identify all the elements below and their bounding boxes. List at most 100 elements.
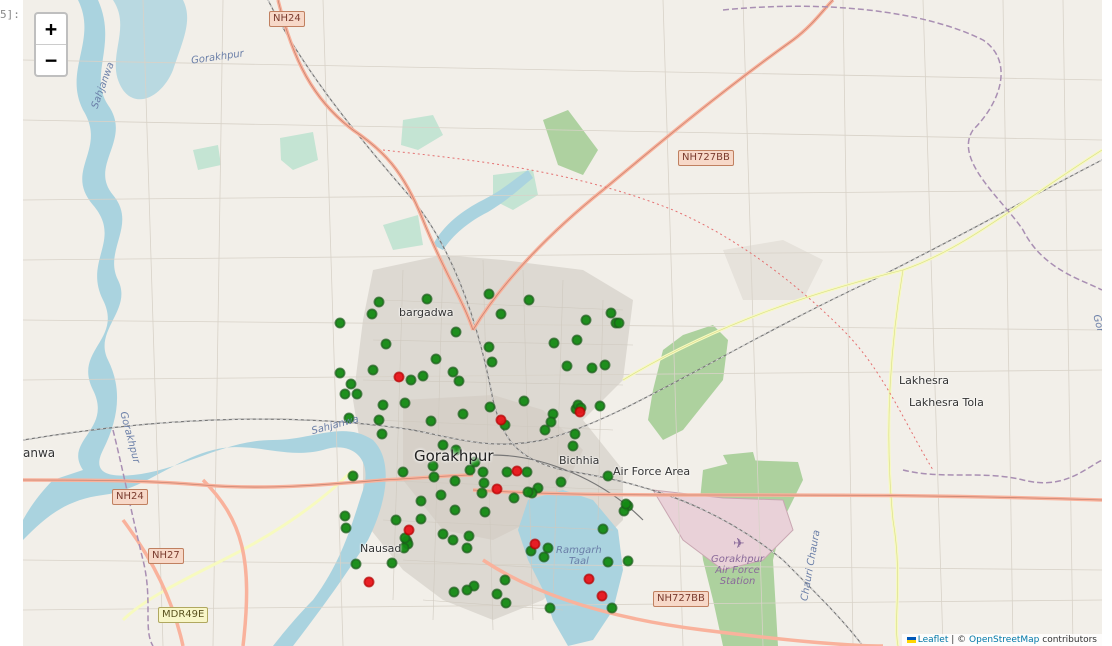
green-circle-marker[interactable] [594, 400, 606, 412]
green-circle-marker[interactable] [435, 489, 447, 501]
green-circle-marker[interactable] [501, 466, 513, 478]
green-circle-marker[interactable] [484, 401, 496, 413]
green-circle-marker[interactable] [605, 307, 617, 319]
green-circle-marker[interactable] [476, 487, 488, 499]
openstreetmap-link[interactable]: OpenStreetMap [969, 635, 1039, 645]
green-circle-marker[interactable] [453, 375, 465, 387]
green-circle-marker[interactable] [606, 602, 618, 614]
green-circle-marker[interactable] [415, 513, 427, 525]
green-circle-marker[interactable] [483, 341, 495, 353]
green-circle-marker[interactable] [461, 584, 473, 596]
green-circle-marker[interactable] [428, 471, 440, 483]
green-circle-marker[interactable] [622, 555, 634, 567]
green-circle-marker[interactable] [545, 416, 557, 428]
red-circle-marker[interactable] [495, 414, 507, 426]
green-circle-marker[interactable] [437, 528, 449, 540]
green-circle-marker[interactable] [542, 542, 554, 554]
green-circle-marker[interactable] [548, 337, 560, 349]
green-circle-marker[interactable] [461, 542, 473, 554]
green-circle-marker[interactable] [373, 296, 385, 308]
green-circle-marker[interactable] [339, 388, 351, 400]
green-circle-marker[interactable] [477, 466, 489, 478]
red-circle-marker[interactable] [574, 406, 586, 418]
green-circle-marker[interactable] [508, 492, 520, 504]
label-ramgarh-taal: Ramgarh Taal [556, 545, 602, 567]
green-circle-marker[interactable] [367, 364, 379, 376]
green-circle-marker[interactable] [521, 466, 533, 478]
red-circle-marker[interactable] [529, 538, 541, 550]
green-circle-marker[interactable] [377, 399, 389, 411]
green-circle-marker[interactable] [613, 317, 625, 329]
green-circle-marker[interactable] [417, 370, 429, 382]
green-circle-marker[interactable] [567, 440, 579, 452]
green-circle-marker[interactable] [597, 523, 609, 535]
green-circle-marker[interactable] [491, 588, 503, 600]
leaflet-link[interactable]: Leaflet [918, 635, 949, 645]
red-circle-marker[interactable] [393, 371, 405, 383]
red-circle-marker[interactable] [583, 573, 595, 585]
green-circle-marker[interactable] [334, 317, 346, 329]
map-container[interactable]: Gorakhpur bargadwa Bichhia Air Force Are… [23, 0, 1102, 646]
green-circle-marker[interactable] [449, 475, 461, 487]
green-circle-marker[interactable] [448, 586, 460, 598]
green-circle-marker[interactable] [457, 408, 469, 420]
green-circle-marker[interactable] [620, 498, 632, 510]
green-circle-marker[interactable] [499, 574, 511, 586]
green-circle-marker[interactable] [580, 314, 592, 326]
green-circle-marker[interactable] [483, 288, 495, 300]
green-circle-marker[interactable] [544, 602, 556, 614]
green-circle-marker[interactable] [449, 504, 461, 516]
red-circle-marker[interactable] [511, 465, 523, 477]
green-circle-marker[interactable] [334, 367, 346, 379]
red-circle-marker[interactable] [596, 590, 608, 602]
green-circle-marker[interactable] [569, 428, 581, 440]
green-circle-marker[interactable] [345, 378, 357, 390]
red-circle-marker[interactable] [403, 524, 415, 536]
green-circle-marker[interactable] [351, 388, 363, 400]
red-circle-marker[interactable] [491, 483, 503, 495]
green-circle-marker[interactable] [539, 424, 551, 436]
green-circle-marker[interactable] [518, 395, 530, 407]
green-circle-marker[interactable] [602, 556, 614, 568]
green-circle-marker[interactable] [478, 477, 490, 489]
green-circle-marker[interactable] [399, 397, 411, 409]
green-circle-marker[interactable] [366, 308, 378, 320]
green-circle-marker[interactable] [463, 530, 475, 542]
green-circle-marker[interactable] [599, 359, 611, 371]
green-circle-marker[interactable] [397, 466, 409, 478]
green-circle-marker[interactable] [538, 551, 550, 563]
green-circle-marker[interactable] [415, 495, 427, 507]
green-circle-marker[interactable] [522, 486, 534, 498]
zoom-out-button[interactable]: − [36, 45, 66, 75]
green-circle-marker[interactable] [347, 470, 359, 482]
green-circle-marker[interactable] [447, 534, 459, 546]
zoom-in-button[interactable]: + [36, 14, 66, 45]
green-circle-marker[interactable] [602, 470, 614, 482]
red-circle-marker[interactable] [363, 576, 375, 588]
green-circle-marker[interactable] [571, 334, 583, 346]
green-circle-marker[interactable] [464, 464, 476, 476]
green-circle-marker[interactable] [373, 414, 385, 426]
green-circle-marker[interactable] [339, 510, 351, 522]
green-circle-marker[interactable] [350, 558, 362, 570]
green-circle-marker[interactable] [450, 326, 462, 338]
green-circle-marker[interactable] [447, 366, 459, 378]
ukraine-flag-icon [906, 636, 916, 643]
green-circle-marker[interactable] [555, 476, 567, 488]
green-circle-marker[interactable] [376, 428, 388, 440]
green-circle-marker[interactable] [486, 356, 498, 368]
green-circle-marker[interactable] [380, 338, 392, 350]
green-circle-marker[interactable] [405, 374, 417, 386]
green-circle-marker[interactable] [425, 415, 437, 427]
green-circle-marker[interactable] [561, 360, 573, 372]
green-circle-marker[interactable] [421, 293, 433, 305]
green-circle-marker[interactable] [430, 353, 442, 365]
green-circle-marker[interactable] [500, 597, 512, 609]
green-circle-marker[interactable] [340, 522, 352, 534]
green-circle-marker[interactable] [386, 557, 398, 569]
green-circle-marker[interactable] [479, 506, 491, 518]
green-circle-marker[interactable] [523, 294, 535, 306]
green-circle-marker[interactable] [495, 308, 507, 320]
green-circle-marker[interactable] [586, 362, 598, 374]
green-circle-marker[interactable] [390, 514, 402, 526]
